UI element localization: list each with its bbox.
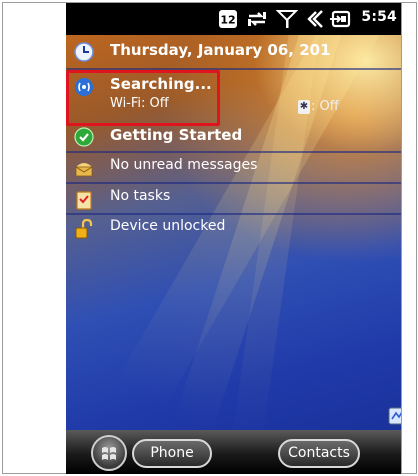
- tray-icon[interactable]: [388, 407, 401, 425]
- divider: [66, 151, 401, 153]
- divider: [66, 182, 401, 184]
- getting-started-item[interactable]: Getting Started: [66, 124, 401, 149]
- device-lock-label: Device unlocked: [110, 218, 226, 234]
- wifi-title: Searching...: [110, 75, 212, 93]
- bluetooth-icon: ✱: [298, 100, 310, 114]
- notification-12-icon[interactable]: 12: [218, 9, 238, 29]
- device-lock-item[interactable]: Device unlocked: [66, 216, 401, 244]
- clock-icon: [74, 42, 94, 62]
- messages-item[interactable]: No unread messages: [66, 155, 401, 183]
- getting-started-icon: [74, 127, 94, 147]
- battery-charging-icon[interactable]: [330, 9, 354, 29]
- speaker-icon[interactable]: [304, 9, 326, 29]
- frame-divider: [401, 2, 402, 474]
- wifi-status: Wi-Fi: Off: [110, 96, 169, 111]
- windows-flag-icon: [102, 447, 116, 460]
- signal-icon[interactable]: [275, 9, 299, 29]
- tasks-label: No tasks: [110, 188, 171, 204]
- getting-started-label: Getting Started: [110, 126, 243, 144]
- status-bar[interactable]: 12 5:54: [66, 3, 401, 35]
- messages-label: No unread messages: [110, 157, 258, 173]
- date-label: Thursday, January 06, 201: [110, 41, 331, 59]
- divider: [66, 213, 401, 215]
- date-item[interactable]: Thursday, January 06, 201: [66, 36, 401, 69]
- data-sync-icon[interactable]: [246, 9, 268, 29]
- wifi-signal-icon: [74, 77, 94, 97]
- windows-start-button[interactable]: [91, 435, 127, 471]
- envelope-icon: [74, 159, 94, 179]
- wireless-item[interactable]: Searching... Wi-Fi: Off ✱ : Off: [66, 69, 401, 128]
- tasks-item[interactable]: No tasks: [66, 186, 401, 214]
- taskbar: Phone Contacts: [66, 430, 401, 474]
- bluetooth-status: : Off: [311, 99, 339, 114]
- contacts-softkey[interactable]: Contacts: [278, 439, 360, 468]
- clock[interactable]: 5:54: [361, 9, 397, 25]
- phone-softkey[interactable]: Phone: [132, 439, 212, 468]
- clipboard-icon: [74, 190, 94, 210]
- device-screen: 12 5:54 Thursday, January 06, 201 Search…: [66, 3, 401, 474]
- unlocked-padlock-icon: [74, 218, 94, 239]
- svg-text:12: 12: [220, 14, 235, 27]
